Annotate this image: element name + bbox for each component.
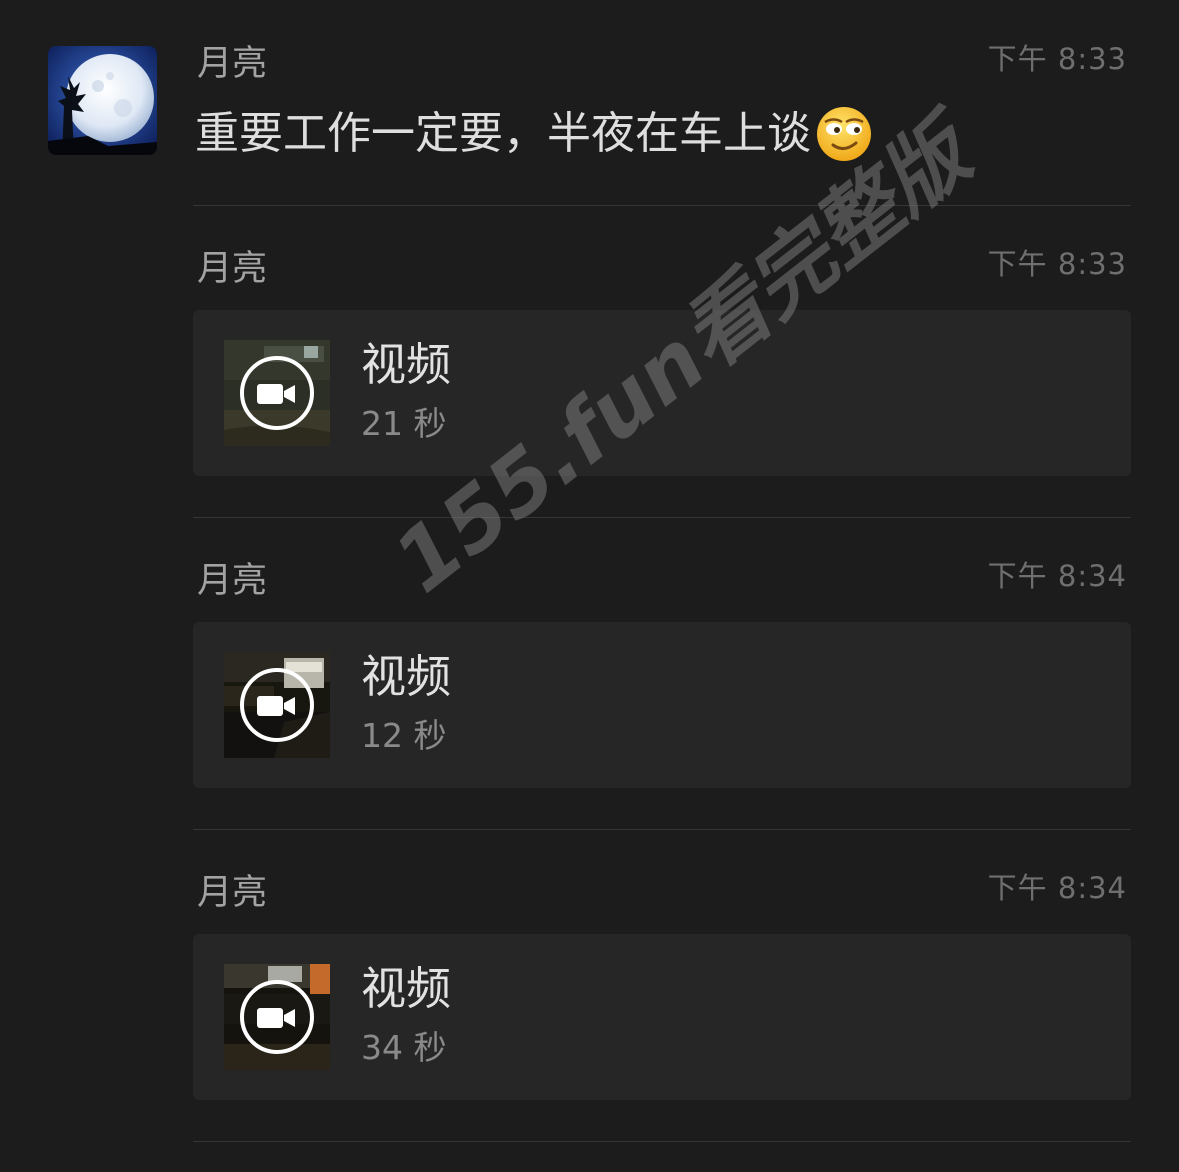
message-divider: [193, 829, 1131, 830]
video-message-card[interactable]: 视频 12 秒: [193, 622, 1131, 788]
message-time: 下午 8:33: [987, 42, 1127, 76]
video-duration: 12 秒: [361, 716, 447, 755]
sender-name: 月亮: [197, 873, 268, 913]
message-text: 重要工作一定要，半夜在车上谈: [195, 108, 811, 159]
video-camera-icon: [257, 384, 295, 404]
message-divider: [193, 517, 1131, 518]
video-thumbnail: [224, 964, 330, 1070]
video-camera-icon: [257, 1008, 295, 1028]
video-thumbnail: [224, 652, 330, 758]
video-thumbnail: [224, 340, 330, 446]
message-divider: [193, 1141, 1131, 1142]
sender-name: 月亮: [197, 561, 268, 601]
video-message-card[interactable]: 视频 34 秒: [193, 934, 1131, 1100]
video-duration: 21 秒: [361, 404, 447, 443]
message-time: 下午 8:34: [987, 871, 1127, 905]
video-title: 视频: [361, 962, 452, 1015]
message-time: 下午 8:34: [987, 559, 1127, 593]
message-text-bubble[interactable]: 重要工作一定要，半夜在车上谈: [195, 105, 873, 163]
video-camera-icon: [257, 696, 295, 716]
video-duration: 34 秒: [361, 1028, 447, 1067]
video-message-card[interactable]: 视频 21 秒: [193, 310, 1131, 476]
video-title: 视频: [361, 650, 452, 703]
sender-name: 月亮: [197, 44, 268, 84]
video-title: 视频: [361, 338, 452, 391]
sender-name: 月亮: [197, 249, 268, 289]
message-time: 下午 8:33: [987, 247, 1127, 281]
sender-avatar[interactable]: [48, 46, 157, 155]
smirk-emoji-icon: [815, 105, 873, 163]
message-divider: [193, 205, 1131, 206]
